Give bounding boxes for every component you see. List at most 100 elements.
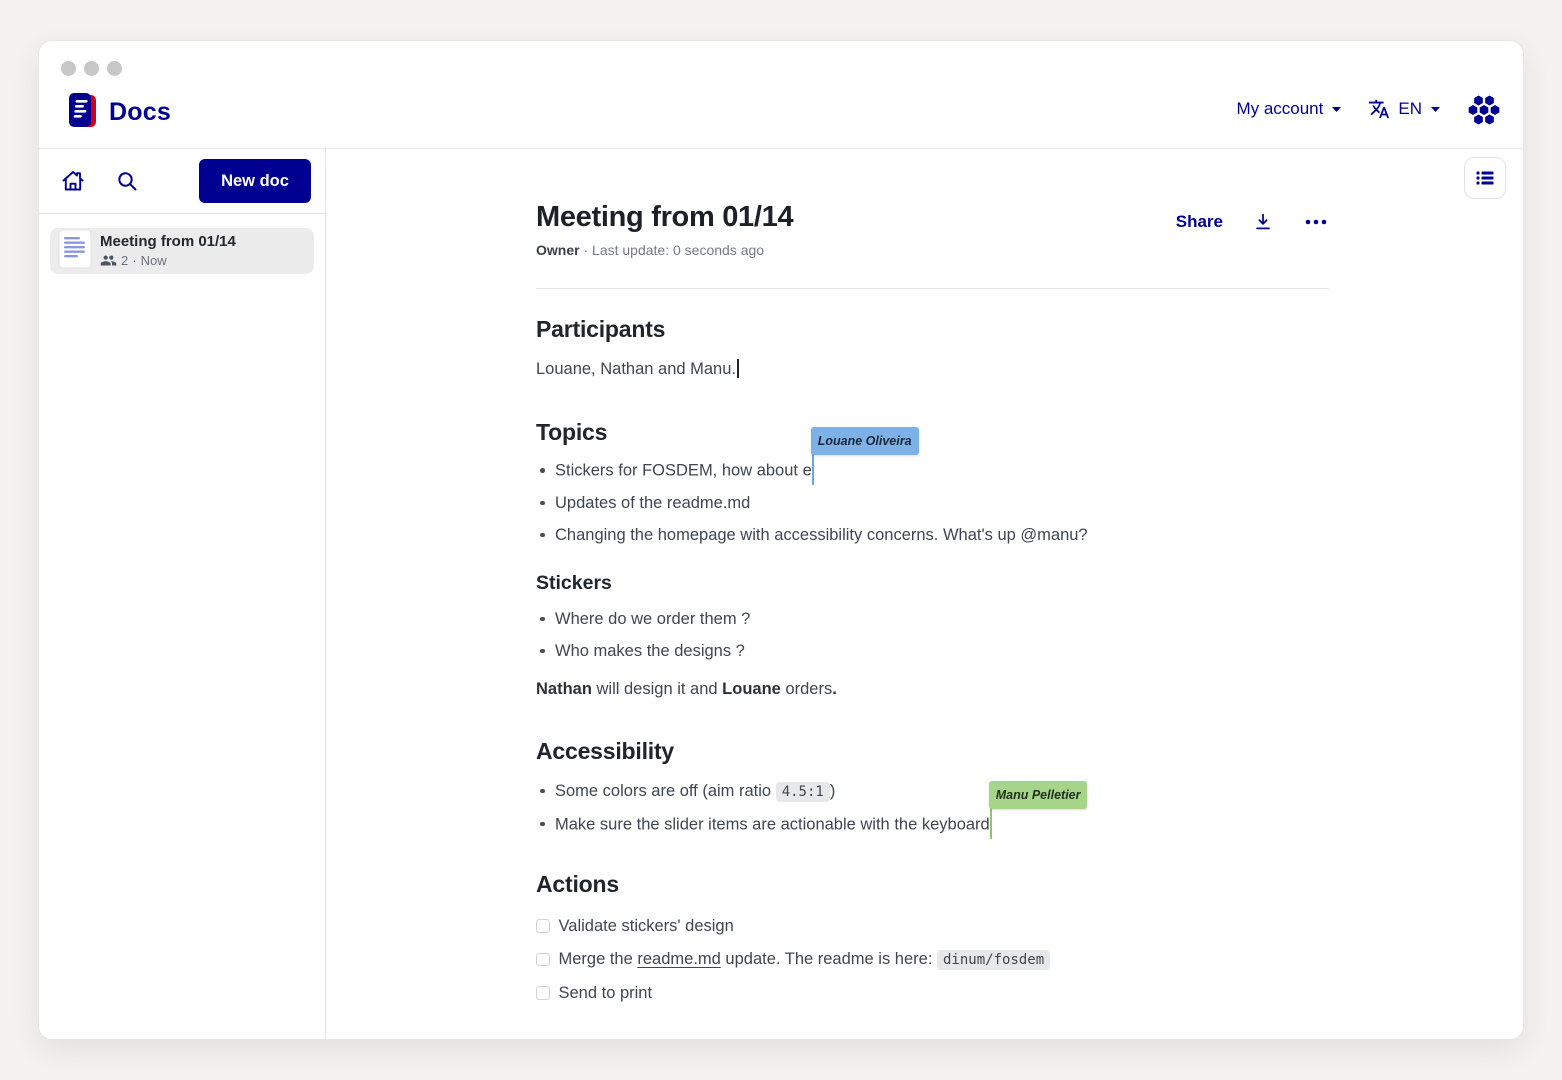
document-editor[interactable]: Meeting from 01/14 Share [536, 199, 1329, 1039]
document-list: Meeting from 01/14 2 · Now [39, 214, 325, 288]
apps-grid-icon [1467, 92, 1501, 126]
document-thumbnail-icon [58, 229, 92, 274]
checkbox[interactable] [536, 953, 550, 967]
search-icon [115, 169, 139, 193]
download-button[interactable] [1250, 209, 1276, 235]
app-window: Docs My account EN [38, 40, 1524, 1040]
window-dot[interactable] [61, 61, 76, 76]
app-body: New doc [39, 149, 1523, 1039]
list-item[interactable]: Updates of the readme.md [536, 492, 1329, 514]
todo-text[interactable]: Validate stickers' design [559, 915, 734, 937]
inline-code: dinum/fosdem [937, 950, 1050, 970]
list-item-text: Stickers for FOSDEM, how about e [555, 462, 812, 480]
note-text: . [832, 680, 837, 698]
heading-accessibility[interactable]: Accessibility [536, 738, 1329, 765]
heading-participants[interactable]: Participants [536, 316, 1329, 343]
desktop-background: Docs My account EN [0, 0, 1562, 1080]
todo-text-part: update. The readme is here: [721, 950, 937, 968]
chevron-down-icon [1430, 106, 1441, 113]
heading-topics[interactable]: Topics [536, 419, 1329, 446]
language-label: EN [1398, 99, 1422, 119]
stickers-list: Where do we order them ? Who makes the d… [536, 608, 1329, 662]
chevron-down-icon [1331, 106, 1342, 113]
list-item[interactable]: Changing the homepage with accessibility… [536, 524, 1329, 546]
home-icon [61, 169, 85, 193]
search-button[interactable] [107, 161, 147, 201]
window-controls [61, 61, 122, 76]
note-text: orders [781, 680, 832, 698]
window-dot[interactable] [107, 61, 122, 76]
collaborator-name-flag: Louane Oliveira [811, 427, 919, 455]
participants-text-content: Louane, Nathan and Manu. [536, 360, 736, 378]
collaborator-name-flag: Manu Pelletier [989, 781, 1088, 809]
document-item-title: Meeting from 01/14 [100, 233, 236, 250]
language-selector[interactable]: EN [1368, 98, 1441, 120]
app-logo[interactable]: Docs [64, 90, 171, 135]
list-item[interactable]: Where do we order them ? [536, 608, 1329, 630]
more-options-button[interactable] [1303, 209, 1329, 235]
document-item-meta: 2 · Now [100, 252, 236, 269]
share-button[interactable]: Share [1176, 212, 1223, 232]
todo-text[interactable]: Send to print [559, 982, 653, 1004]
editor-main: Meeting from 01/14 Share [326, 149, 1523, 1039]
document-item-info: Meeting from 01/14 2 · Now [100, 233, 236, 269]
accessibility-list: Some colors are off (aim ratio 4.5:1) Ma… [536, 780, 1329, 836]
new-doc-button[interactable]: New doc [199, 159, 311, 203]
list-item[interactable]: Who makes the designs ? [536, 640, 1329, 662]
todo-item: Send to print [536, 982, 1329, 1004]
todo-text[interactable]: Merge the readme.md update. The readme i… [559, 948, 1051, 971]
list-item[interactable]: Stickers for FOSDEM, how about eLouane O… [536, 459, 1329, 482]
list-item-text: Updates of the readme.md [555, 494, 750, 512]
members-icon [100, 252, 117, 269]
docs-logo-icon [64, 90, 100, 135]
title-divider [536, 288, 1329, 289]
checkbox[interactable] [536, 986, 550, 1000]
collaborator-cursor-louane: Louane Oliveira [812, 459, 814, 476]
my-account-label: My account [1236, 99, 1323, 119]
bold-name: Louane [722, 680, 781, 698]
list-item-text: Who makes the designs ? [555, 642, 745, 660]
window-dot[interactable] [84, 61, 99, 76]
list-item-text: ) [830, 782, 836, 800]
todo-item: Validate stickers' design [536, 915, 1329, 937]
my-account-menu[interactable]: My account [1236, 99, 1342, 119]
list-item-text: Make sure the slider items are actionabl… [555, 815, 990, 833]
participants-text[interactable]: Louane, Nathan and Manu. [536, 358, 1329, 380]
header-actions: My account EN [1236, 92, 1501, 126]
text-cursor [737, 359, 739, 378]
document-title[interactable]: Meeting from 01/14 [536, 201, 793, 234]
download-icon [1252, 211, 1274, 233]
inline-code: 4.5:1 [776, 782, 830, 802]
last-update-text: Last update: 0 seconds ago [592, 242, 764, 258]
app-title: Docs [109, 98, 171, 127]
document-meta: Owner · Last update: 0 seconds ago [536, 242, 1329, 258]
list-item[interactable]: Some colors are off (aim ratio 4.5:1) [536, 780, 1329, 803]
collaborator-cursor-manu: Manu Pelletier [990, 813, 992, 830]
list-item-text: Where do we order them ? [555, 610, 750, 628]
remote-caret [812, 452, 815, 485]
members-count: 2 [121, 253, 128, 268]
stickers-note[interactable]: Nathan will design it and Louane orders. [536, 678, 1329, 700]
remote-caret [990, 806, 993, 839]
sidebar: New doc [39, 149, 326, 1039]
sidebar-toolbar: New doc [39, 149, 325, 214]
role-badge: Owner [536, 242, 580, 258]
heading-stickers[interactable]: Stickers [536, 572, 1329, 595]
document-list-item[interactable]: Meeting from 01/14 2 · Now [50, 228, 314, 274]
suite-apps-button[interactable] [1467, 92, 1501, 126]
list-item-text: Some colors are off (aim ratio [555, 782, 776, 800]
list-item[interactable]: Make sure the slider items are actionabl… [536, 813, 1329, 836]
meta-separator: · [132, 253, 136, 268]
todo-item: Merge the readme.md update. The readme i… [536, 948, 1329, 971]
readme-link[interactable]: readme.md [637, 950, 720, 968]
home-button[interactable] [53, 161, 93, 201]
note-text: will design it and [592, 680, 722, 698]
document-controls: Share [1176, 209, 1329, 235]
list-item-text: Changing the homepage with accessibility… [555, 526, 1088, 544]
last-edited-time: Now [141, 253, 167, 268]
table-of-contents-button[interactable] [1464, 157, 1506, 199]
heading-actions[interactable]: Actions [536, 871, 1329, 898]
todo-text-part: Merge the [559, 950, 638, 968]
checkbox[interactable] [536, 919, 550, 933]
app-header: Docs My account EN [39, 41, 1523, 149]
